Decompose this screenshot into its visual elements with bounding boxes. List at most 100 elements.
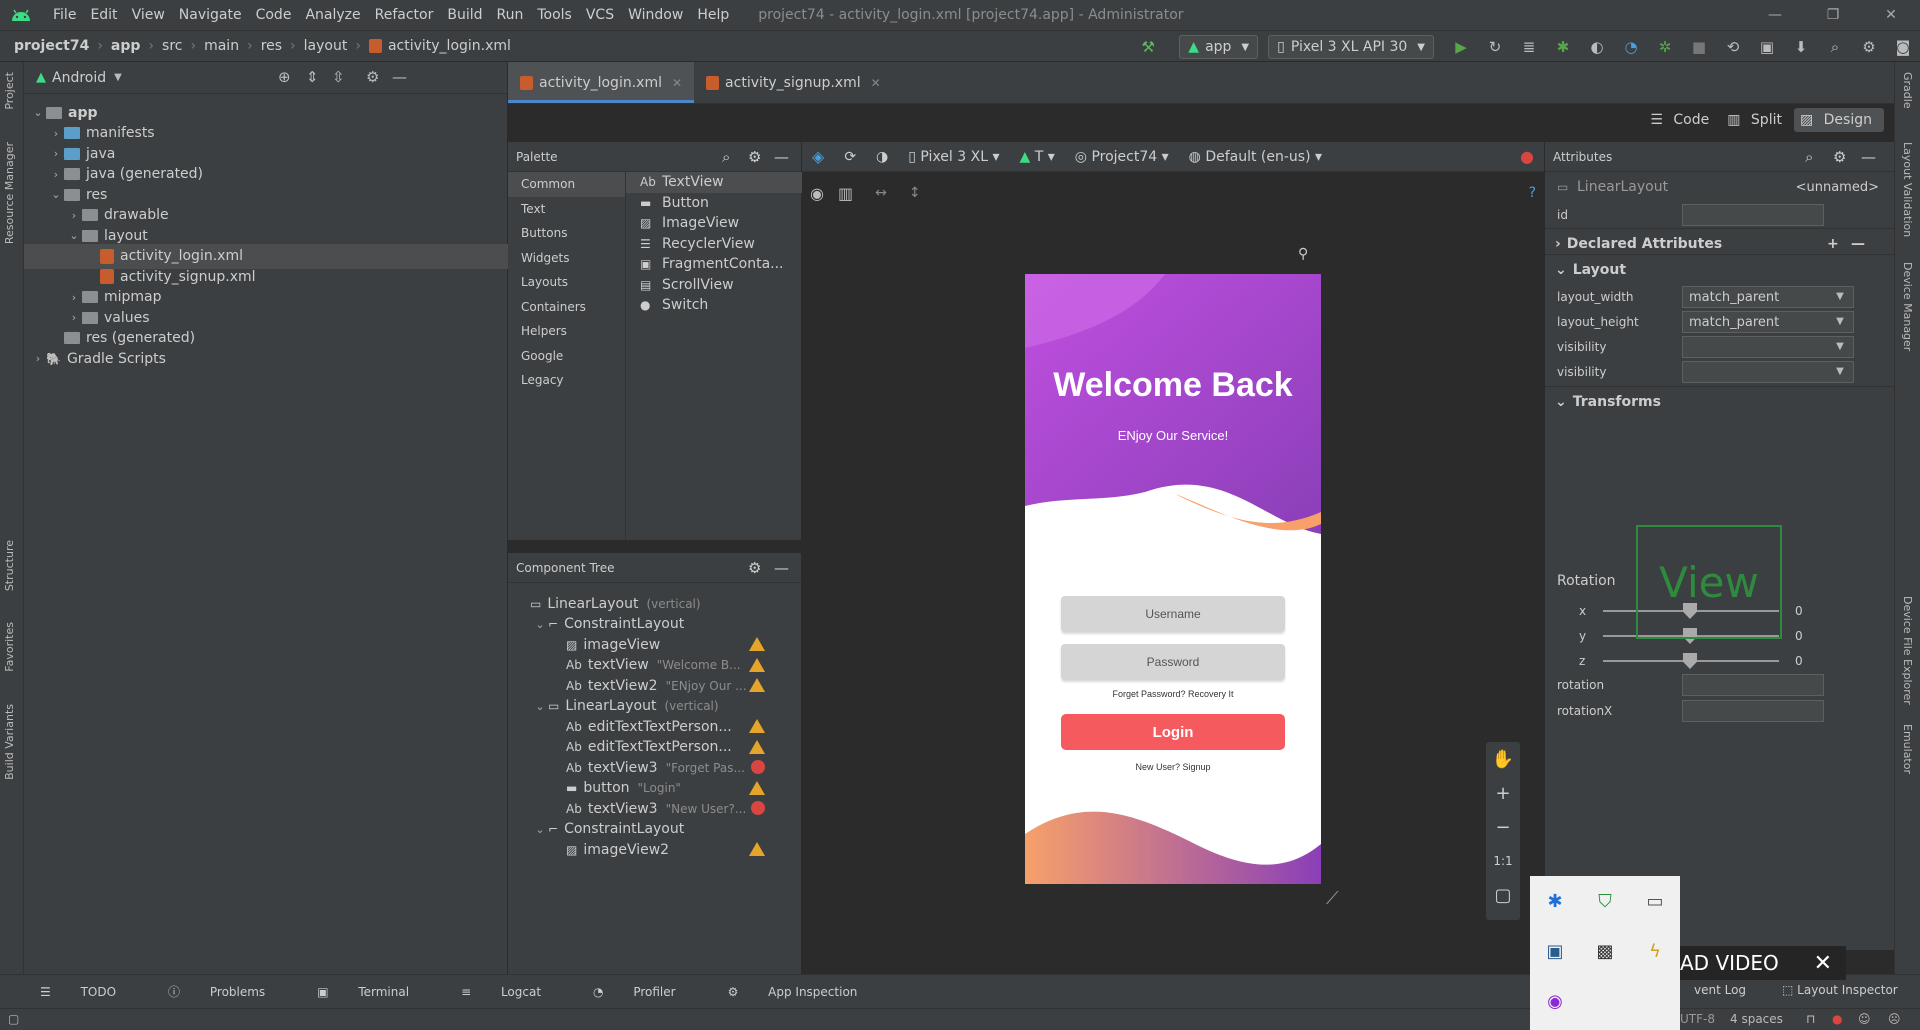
rotationx-input[interactable] [1682, 700, 1824, 722]
palette-category-text[interactable]: Text [508, 197, 625, 222]
breadcrumb-item[interactable]: layout [304, 38, 348, 54]
layout-section[interactable]: ⌄ Layout [1545, 254, 1895, 284]
tool-window-gradle[interactable]: Gradle [1901, 72, 1914, 109]
chevron-right-icon[interactable]: › [30, 352, 46, 365]
chevron-right-icon[interactable]: › [66, 311, 82, 324]
menu-build[interactable]: Build [440, 7, 489, 23]
warning-icon[interactable] [749, 842, 765, 856]
lock-icon[interactable]: ⊓ [1806, 1012, 1815, 1026]
palette-category-layouts[interactable]: Layouts [508, 270, 625, 295]
warning-icon[interactable] [749, 780, 765, 795]
device-select[interactable]: ▯ Pixel 3 XL ▾ [898, 149, 1009, 165]
warning-icon[interactable] [749, 637, 765, 651]
palette-item[interactable]: ☰ RecyclerView [626, 234, 802, 255]
palette-category-buttons[interactable]: Buttons [508, 221, 625, 246]
status-toggle-icon[interactable]: ▢ [8, 1012, 19, 1026]
menu-navigate[interactable]: Navigate [172, 7, 249, 23]
close-window-button[interactable]: ✕ [1862, 0, 1920, 30]
breadcrumb-item[interactable]: project74 [14, 38, 89, 54]
zoom-actual-size-button[interactable]: 1:1 [1486, 844, 1520, 878]
menu-file[interactable]: File [46, 7, 83, 23]
resize-handle-icon[interactable]: ⟋ [1326, 888, 1339, 909]
tool-window-device-manager[interactable]: Device Manager [1901, 262, 1914, 351]
sync-gradle-icon[interactable]: ⟲ [1722, 36, 1744, 58]
warning-icon[interactable] [749, 678, 765, 692]
settings-gear-icon[interactable]: ⚙ [366, 68, 379, 86]
encoding-label[interactable]: UTF-8 [1680, 1012, 1715, 1026]
idm-icon[interactable]: ▩ [1580, 926, 1630, 976]
tool-window-build-variants[interactable]: Build Variants [3, 704, 16, 780]
close-icon[interactable]: ✕ [1814, 951, 1832, 976]
bottom-tab-problems[interactable]: ⓘ Problems [168, 983, 291, 1000]
signup-link[interactable]: New User? Signup [1025, 762, 1321, 772]
warning-icon[interactable] [749, 739, 765, 754]
tool-window-favorites[interactable]: Favorites [3, 622, 16, 672]
device-manager-icon[interactable]: ▣ [1756, 36, 1778, 58]
design-mode-button[interactable]: ▨ Design [1793, 108, 1884, 132]
error-icon[interactable] [751, 801, 765, 815]
layers-icon[interactable]: ◈ [802, 147, 834, 166]
hammer-build-icon[interactable]: ⚒ [1137, 36, 1159, 58]
zoom-in-button[interactable]: + [1486, 776, 1520, 810]
settings-gear-icon[interactable]: ⚙ [1833, 148, 1846, 166]
security-shield-icon[interactable]: ⛉ [1580, 876, 1630, 926]
hide-panel-icon[interactable]: — [392, 68, 407, 86]
palette-item[interactable]: ▨ ImageView [626, 213, 802, 234]
feedback-icon[interactable]: ☹ [1888, 1012, 1901, 1026]
locate-icon[interactable]: ⊕ [278, 68, 291, 86]
chevron-right-icon[interactable]: › [66, 209, 82, 222]
chevron-down-icon[interactable]: ⌄ [30, 106, 46, 119]
palette-item[interactable]: ● Switch [626, 295, 802, 316]
hide-panel-icon[interactable]: — [774, 148, 789, 166]
menu-tools[interactable]: Tools [530, 7, 579, 23]
smiley-icon[interactable]: ☺ [1858, 1012, 1871, 1026]
minimize-button[interactable]: — [1746, 0, 1804, 30]
component-tree-row[interactable]: ▨ imageView2 [550, 837, 677, 862]
stop-icon[interactable]: ■ [1688, 36, 1710, 58]
palette-item[interactable]: ▤ ScrollView [626, 275, 802, 296]
run-icon[interactable]: ▶ [1450, 36, 1472, 58]
warning-icon[interactable] [749, 657, 765, 672]
bottom-tab-logcat[interactable]: ≡ Logcat [461, 985, 567, 999]
help-icon[interactable]: ? [1529, 185, 1536, 201]
settings-gear-icon[interactable]: ⚙ [748, 148, 761, 166]
bottom-tab-terminal[interactable]: ▣ Terminal [317, 985, 435, 999]
maximize-button[interactable]: ❐ [1804, 0, 1862, 30]
close-icon[interactable]: ✕ [871, 76, 881, 90]
blueprint-icon[interactable]: ▥ [838, 184, 853, 203]
chevron-right-icon[interactable]: › [66, 291, 82, 304]
api-select[interactable]: ▲ T ▾ [1010, 149, 1065, 165]
collapse-all-icon[interactable]: ⇳ [332, 68, 345, 86]
vertical-resize-icon[interactable]: ↕ [909, 185, 921, 201]
tool-window-device-file-explorer[interactable]: Device File Explorer [1901, 596, 1914, 705]
menu-edit[interactable]: Edit [83, 7, 124, 23]
project-view-mode[interactable]: Android [52, 70, 106, 86]
transforms-section[interactable]: ⌄ Transforms [1545, 386, 1895, 416]
palette-item[interactable]: ▣ FragmentConta... [626, 254, 802, 275]
bluetooth-icon[interactable]: ✱ [1530, 876, 1580, 926]
locale-select[interactable]: ◍ Default (en-us) ▾ [1179, 149, 1332, 165]
error-icon[interactable] [751, 760, 765, 774]
profile-icon[interactable]: ◔ [1620, 36, 1642, 58]
chevron-down-icon[interactable]: ▼ [1826, 360, 1854, 382]
palette-category-common[interactable]: Common [508, 172, 625, 197]
palette-category-widgets[interactable]: Widgets [508, 246, 625, 271]
password-field[interactable]: Password [1061, 644, 1285, 680]
device-select[interactable]: ▯ Pixel 3 XL API 30 ▼ [1268, 35, 1434, 59]
palette-category-legacy[interactable]: Legacy [508, 368, 625, 393]
chevron-down-icon[interactable]: ⌄ [532, 823, 548, 836]
event-log-tab[interactable]: vent Log [1694, 983, 1746, 997]
forgot-password-link[interactable]: Forget Password? Recovery It [1025, 689, 1321, 699]
tab-activity-signup[interactable]: activity_signup.xml ✕ [694, 62, 893, 103]
theme-select[interactable]: ◎ Project74 ▾ [1065, 149, 1179, 165]
palette-item[interactable]: Ab TextView [626, 172, 802, 193]
palette-category-helpers[interactable]: Helpers [508, 319, 625, 344]
code-mode-button[interactable]: ☰ Code [1644, 108, 1721, 132]
chevron-right-icon[interactable]: › [48, 127, 64, 140]
settings-gear-icon[interactable]: ⚙ [1858, 36, 1880, 58]
tool-window-structure[interactable]: Structure [3, 540, 16, 591]
tool-window-emulator[interactable]: Emulator [1901, 724, 1914, 774]
tool-window-resource-manager[interactable]: Resource Manager [3, 142, 16, 244]
menu-refactor[interactable]: Refactor [368, 7, 441, 23]
sdk-manager-icon[interactable]: ⬇ [1790, 36, 1812, 58]
